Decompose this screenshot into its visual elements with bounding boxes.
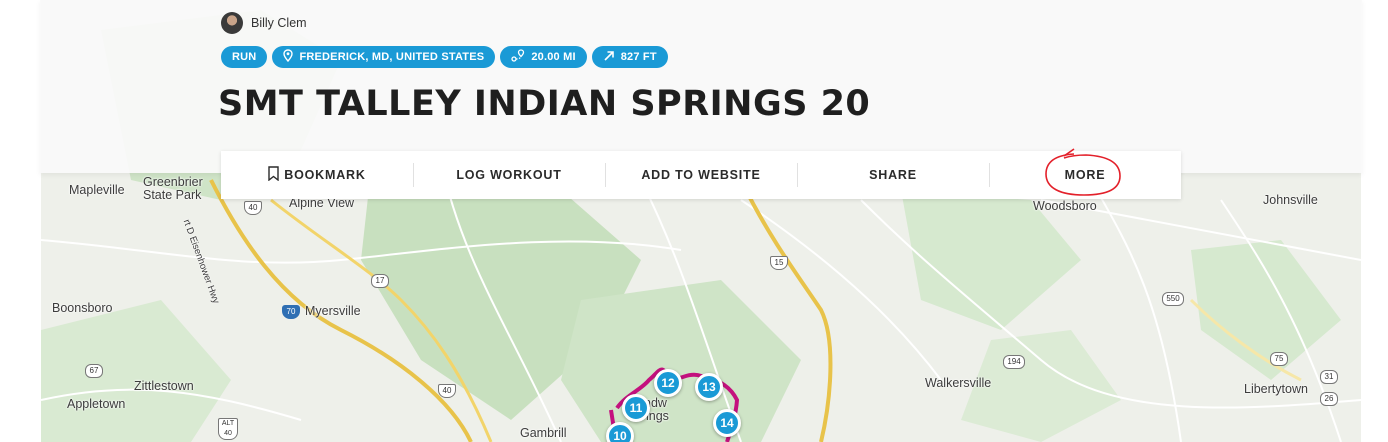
elevation-tag: 827 FT xyxy=(591,46,668,68)
mile-marker-10[interactable]: 10 xyxy=(606,422,634,442)
map-label-appletown: Appletown xyxy=(67,397,126,411)
mile-marker-12[interactable]: 12 xyxy=(654,369,682,397)
bookmark-icon xyxy=(268,166,279,184)
page-title: SMT TALLEY INDIAN SPRINGS 20 xyxy=(218,84,871,124)
route-shield-15: 15 xyxy=(770,256,788,270)
share-button[interactable]: SHARE xyxy=(797,151,989,199)
map-label-state-park: State Park xyxy=(143,188,202,202)
bookmark-label: BOOKMARK xyxy=(284,168,366,182)
bookmark-button[interactable]: BOOKMARK xyxy=(221,151,413,199)
map-label-boonsboro: Boonsboro xyxy=(52,301,113,315)
distance-tag: 20.00 MI xyxy=(500,46,587,68)
add-to-website-label: ADD TO WEBSITE xyxy=(641,168,761,182)
avatar[interactable] xyxy=(221,12,243,34)
map-label-zittlestown: Zittlestown xyxy=(134,379,194,393)
route-shield-40-b: 40 xyxy=(438,384,456,398)
distance-tag-label: 20.00 MI xyxy=(531,51,576,63)
location-tag: FREDERICK, MD, UNITED STATES xyxy=(272,46,496,68)
map-label-gambrill: Gambrill xyxy=(520,426,567,440)
log-workout-label: LOG WORKOUT xyxy=(456,168,562,182)
route-shield-40: 40 xyxy=(244,201,262,215)
map-label-mapleville: Mapleville xyxy=(69,183,125,197)
map-label-myersville: Myersville xyxy=(305,304,361,318)
route-shield-550: 550 xyxy=(1162,292,1184,306)
mile-marker-13[interactable]: 13 xyxy=(695,373,723,401)
activity-tag: RUN xyxy=(221,46,268,68)
map-label-johnsville: Johnsville xyxy=(1263,193,1318,207)
route-tags: RUN FREDERICK, MD, UNITED STATES 20.00 M… xyxy=(221,46,668,68)
elevation-arrow-icon xyxy=(603,50,615,65)
route-icon xyxy=(511,49,525,65)
map-label-greenbrier: Greenbrier xyxy=(143,175,203,189)
annotation-circle xyxy=(1045,148,1121,196)
route-shield-26: 26 xyxy=(1320,392,1338,406)
author-name[interactable]: Billy Clem xyxy=(251,16,307,30)
mile-marker-14[interactable]: 14 xyxy=(713,409,741,437)
route-shield-17: 17 xyxy=(371,274,389,288)
log-workout-button[interactable]: LOG WORKOUT xyxy=(413,151,605,199)
route-page: Mapleville Greenbrier State Park rt D Ei… xyxy=(0,0,1388,442)
share-label: SHARE xyxy=(869,168,917,182)
route-shield-67: 67 xyxy=(85,364,103,378)
route-shield-31: 31 xyxy=(1320,370,1338,384)
map-label-walkersville: Walkersville xyxy=(925,376,992,390)
route-shield-70: 70 xyxy=(282,305,300,319)
route-shield-194: 194 xyxy=(1003,355,1025,369)
author[interactable]: Billy Clem xyxy=(221,12,307,34)
location-tag-label: FREDERICK, MD, UNITED STATES xyxy=(299,51,485,63)
mile-marker-11[interactable]: 11 xyxy=(622,394,650,422)
map-label-libertytown: Libertytown xyxy=(1244,382,1308,396)
add-to-website-button[interactable]: ADD TO WEBSITE xyxy=(605,151,797,199)
route-shield-75: 75 xyxy=(1270,352,1288,366)
elevation-tag-label: 827 FT xyxy=(620,51,657,63)
action-bar: BOOKMARK LOG WORKOUT ADD TO WEBSITE SHAR… xyxy=(221,151,1181,199)
activity-tag-label: RUN xyxy=(232,51,257,63)
location-pin-icon xyxy=(283,49,294,65)
route-shield-alt-40: ALT 40 xyxy=(218,418,238,440)
